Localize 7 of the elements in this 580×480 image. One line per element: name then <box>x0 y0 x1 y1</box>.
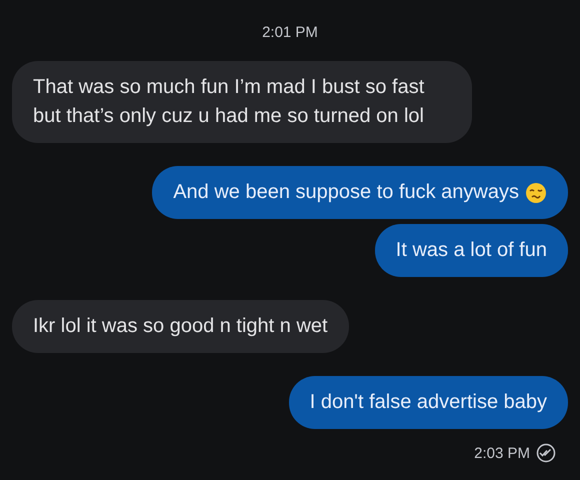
received-message: That was so much fun I’m mad I bust so fast but that’s only cuz u had me so turned on lol <box>12 61 472 143</box>
timestamp: 2:01 PM <box>262 24 318 41</box>
message-time: 2:03 PM <box>474 444 530 462</box>
received-message: Ikr lol it was so good n tight n wet <box>12 300 349 353</box>
sent-message: I don't false advertise baby <box>288 376 568 429</box>
sent-message: It was a lot of fun <box>374 224 568 277</box>
sent-message: And we been suppose to fuck anyways <box>152 166 568 219</box>
